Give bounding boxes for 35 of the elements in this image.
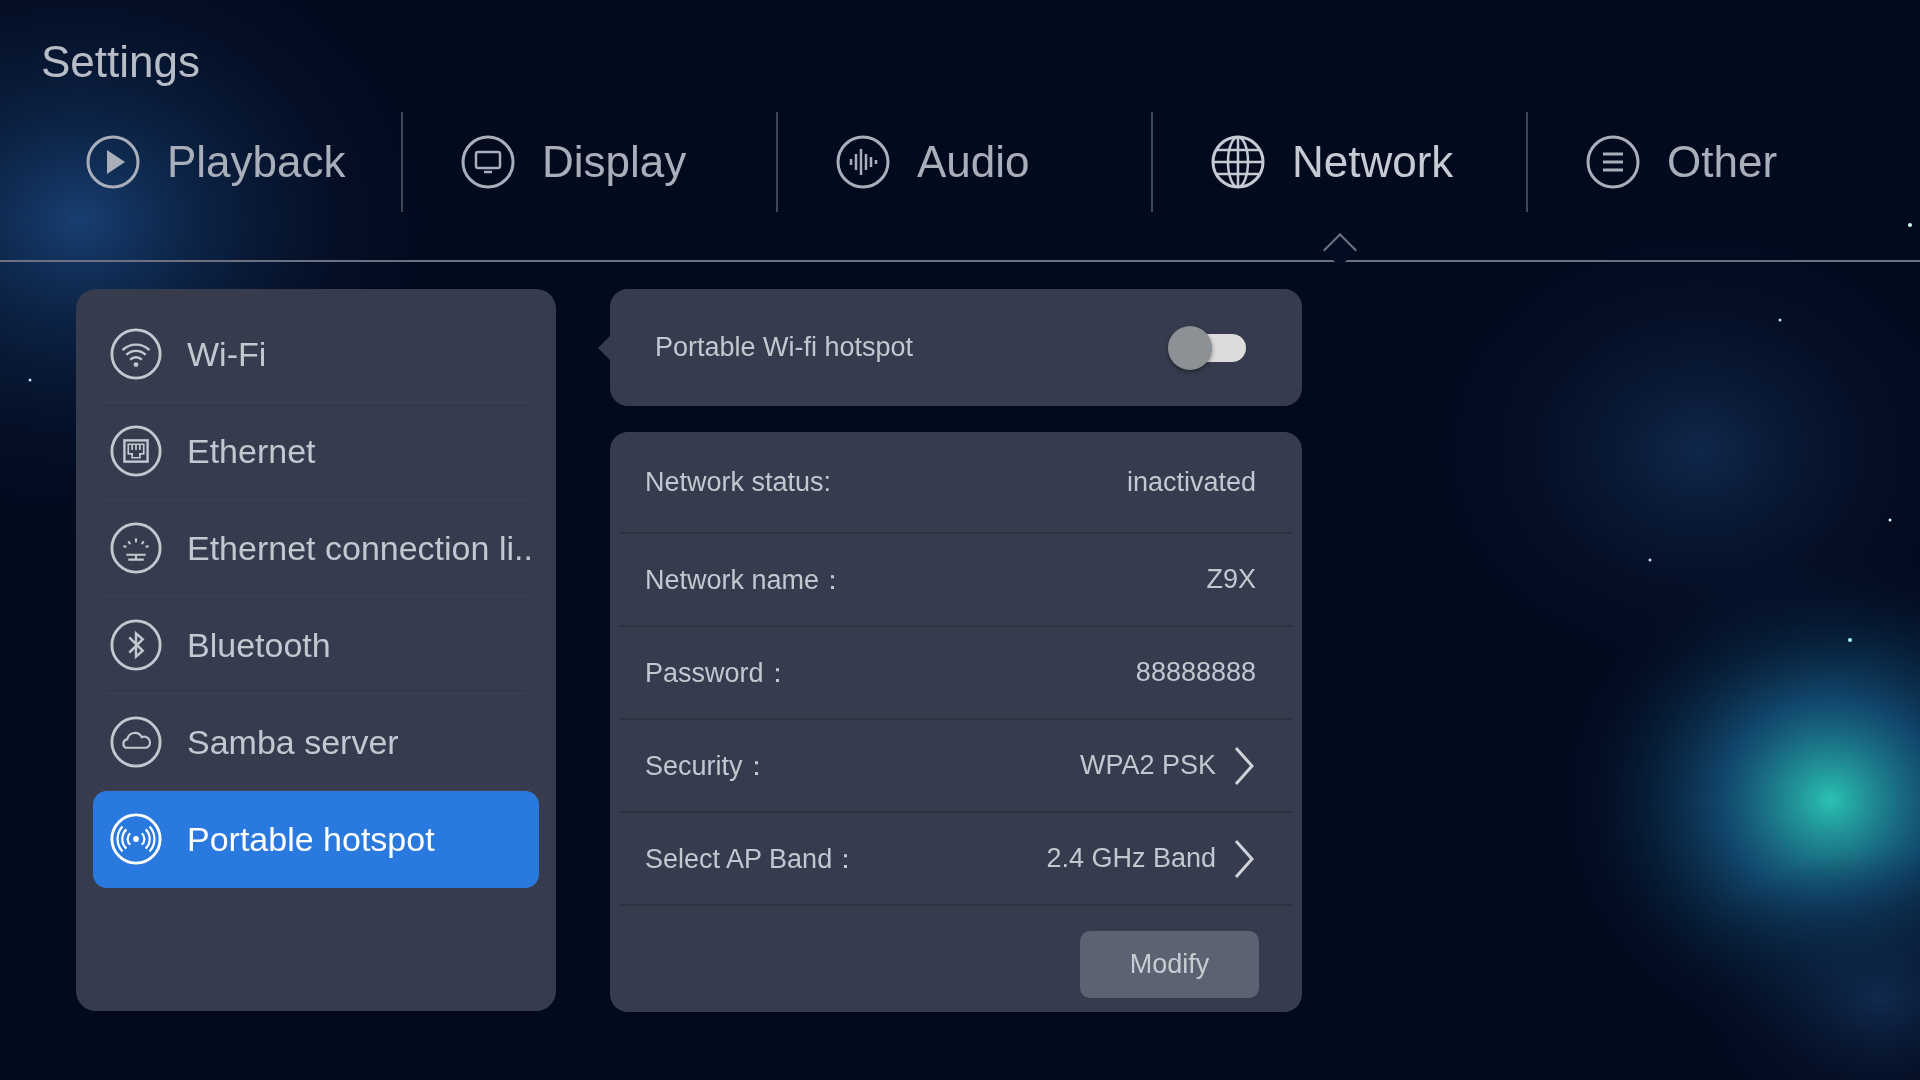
sidebar-item[interactable]: Ethernet [93, 403, 539, 500]
field-label: Password： [645, 656, 791, 690]
category-tab[interactable]: Other [1528, 112, 1901, 212]
field-value[interactable]: 2.4 GHz Band [1046, 843, 1216, 874]
field-value: Z9X [1206, 564, 1256, 595]
hotspot-icon [109, 812, 163, 866]
globe-icon [1210, 134, 1266, 190]
cloud-icon [109, 715, 163, 769]
field-label: Select AP Band： [645, 842, 860, 876]
category-tab[interactable]: Audio [778, 112, 1151, 212]
category-tab[interactable]: Playback [28, 112, 401, 212]
field-label: Network status: [645, 466, 832, 498]
sidebar-item[interactable]: Ethernet connection li.. [93, 500, 539, 597]
field-value: 88888888 [1135, 657, 1256, 688]
modify-button[interactable]: Modify [1080, 930, 1259, 998]
field-label: Network name： [645, 563, 847, 597]
play-icon [85, 134, 141, 190]
toggle-label: Portable Wi-fi hotspot [655, 332, 914, 363]
wifi-icon [109, 327, 163, 381]
sidebar-item[interactable]: Portable hotspot [93, 791, 539, 888]
sidebar-item[interactable]: Wi-Fi [93, 306, 539, 403]
page-title: Settings [41, 36, 200, 88]
sidebar-item[interactable]: Bluetooth [93, 597, 539, 694]
bluetooth-icon [109, 618, 163, 672]
lamp-icon [109, 521, 163, 575]
field-value: inactivated [1126, 466, 1256, 498]
menu-icon [1585, 134, 1641, 190]
monitor-icon [460, 134, 516, 190]
ethernet-port-icon [109, 424, 163, 478]
category-tab[interactable]: Display [403, 112, 776, 212]
equalizer-icon [835, 134, 891, 190]
field-label: Security： [645, 749, 770, 783]
category-tab[interactable]: Network [1153, 112, 1526, 212]
toggle-switch[interactable] [1168, 325, 1246, 370]
field-value[interactable]: WPA2 PSK [1079, 750, 1216, 781]
